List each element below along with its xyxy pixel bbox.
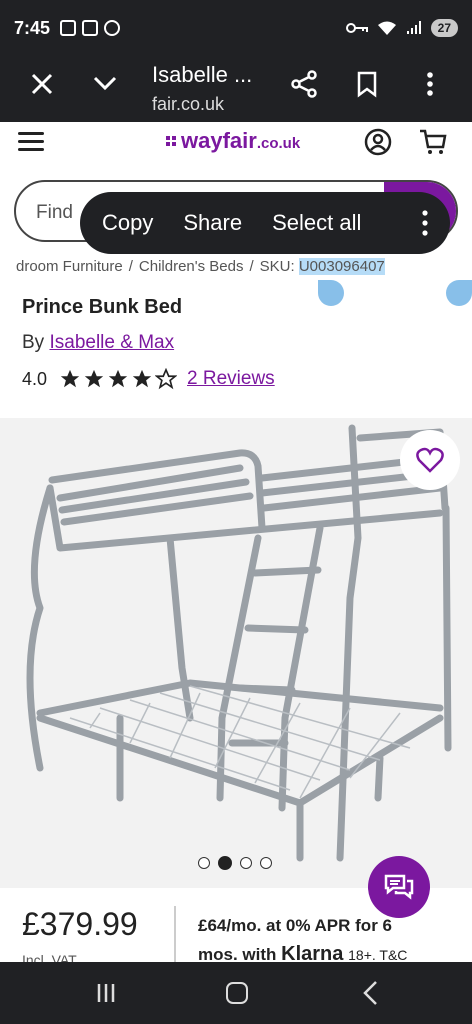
star-filled-icon [108, 369, 128, 388]
breadcrumb: droom Furniture / Children's Beds / SKU: U00… [16, 258, 456, 275]
menu-icon[interactable] [18, 132, 44, 152]
breadcrumb-separator: / [249, 258, 254, 275]
logo-tld: .co.uk [256, 135, 301, 152]
share-icon[interactable] [290, 70, 318, 98]
tab-title: Isabelle ... [152, 62, 253, 87]
share-button[interactable]: Share [168, 210, 257, 236]
brand-link[interactable]: Isabelle & Max [49, 332, 174, 353]
copy-button[interactable]: Copy [80, 210, 168, 236]
price-divider [174, 906, 176, 962]
selection-handle-start[interactable] [318, 280, 344, 306]
wifi-icon [377, 21, 396, 35]
sku-label: SKU: [259, 258, 295, 275]
rating-stars [59, 368, 178, 390]
chevron-down-icon[interactable] [92, 73, 118, 93]
bookmark-icon[interactable] [356, 70, 378, 98]
product-rating: 4.0 2 Reviews [22, 368, 275, 390]
browser-toolbar: Isabelle ... fair.co.uk [0, 56, 472, 122]
product-title: Prince Bunk Bed [22, 296, 183, 318]
star-filled-icon [84, 369, 104, 388]
rating-value: 4.0 [22, 368, 48, 389]
star-filled-icon [132, 369, 152, 388]
favorite-button[interactable] [400, 430, 460, 490]
carousel-dot-active[interactable] [218, 856, 232, 870]
by-label: By [22, 332, 45, 353]
search-input[interactable]: Find [36, 202, 73, 224]
close-icon[interactable] [28, 70, 56, 98]
screenshot-icon [82, 20, 99, 36]
carousel-dots [198, 856, 272, 870]
whatsapp-icon [104, 20, 121, 36]
tab-url: fair.co.uk [152, 94, 225, 114]
app-notification-icon [60, 20, 77, 36]
site-header: wayfair.co.uk [0, 122, 472, 166]
product-image-gallery[interactable] [0, 418, 472, 918]
battery-indicator: 27 [430, 19, 458, 37]
reviews-link[interactable]: 2 Reviews [187, 368, 275, 390]
cart-icon[interactable] [418, 128, 448, 156]
back-icon[interactable] [360, 980, 380, 1006]
notification-icons [60, 20, 121, 36]
product-price: £379.99 [22, 906, 138, 942]
selection-handle-end[interactable] [446, 280, 472, 306]
system-nav-bar [0, 962, 472, 1024]
finance-line-1: £64/mo. at 0% APR for 6 [198, 916, 392, 935]
wayfair-logo[interactable]: wayfair.co.uk [164, 128, 300, 154]
account-icon[interactable] [364, 128, 392, 156]
product-brand-line: By Isabelle & Max [22, 332, 174, 354]
status-time: 7:45 [14, 17, 51, 38]
more-vert-icon[interactable] [420, 70, 440, 98]
key-icon [345, 23, 368, 33]
star-empty-icon [155, 368, 178, 390]
breadcrumb-separator: / [128, 258, 133, 275]
heart-icon [416, 447, 444, 473]
logo-pinwheel-icon [166, 136, 176, 146]
status-bar: 7:45 27 [0, 0, 472, 56]
finance-offer[interactable]: £64/mo. at 0% APR for 6 mos. with Klarna… [198, 912, 468, 969]
chat-icon [384, 874, 414, 900]
logo-text: wayfair [181, 128, 257, 153]
finance-terms[interactable]: 18+. T&C [348, 947, 407, 963]
chat-button[interactable] [368, 856, 430, 918]
carousel-dot[interactable] [260, 857, 272, 869]
breadcrumb-item[interactable]: Children's Beds [139, 258, 244, 275]
sku-value[interactable]: U003096407 [298, 258, 385, 275]
select-all-button[interactable]: Select all [257, 210, 376, 236]
text-selection-menu: Copy Share Select all [80, 192, 450, 254]
home-icon[interactable] [226, 982, 248, 1004]
star-filled-icon [60, 369, 80, 388]
carousel-dot[interactable] [198, 857, 210, 869]
recent-apps-icon[interactable] [94, 982, 118, 1004]
more-vert-icon[interactable] [422, 210, 428, 236]
bunk-bed-image [26, 424, 452, 862]
breadcrumb-item[interactable]: droom Furniture [16, 258, 123, 275]
carousel-dot[interactable] [240, 857, 252, 869]
signal-icon [406, 21, 421, 34]
